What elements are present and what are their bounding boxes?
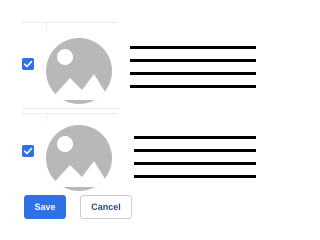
text-line — [134, 149, 256, 152]
text-line — [130, 72, 256, 75]
image-placeholder-icon — [46, 38, 112, 104]
text-line — [130, 85, 256, 88]
text-lines — [130, 46, 256, 98]
checkmark-icon — [23, 60, 33, 68]
list-item — [0, 114, 256, 196]
item-checkbox[interactable] — [22, 145, 34, 157]
text-line — [130, 59, 256, 62]
text-lines — [130, 136, 256, 188]
save-button[interactable]: Save — [24, 195, 66, 219]
text-line — [130, 46, 256, 49]
item-checkbox[interactable] — [22, 58, 34, 70]
cancel-button[interactable]: Cancel — [80, 195, 132, 219]
text-line — [134, 136, 256, 139]
checkmark-icon — [23, 147, 33, 155]
image-placeholder-icon — [46, 125, 112, 191]
text-line — [134, 162, 256, 165]
text-line — [134, 175, 256, 178]
list-item — [0, 22, 256, 110]
